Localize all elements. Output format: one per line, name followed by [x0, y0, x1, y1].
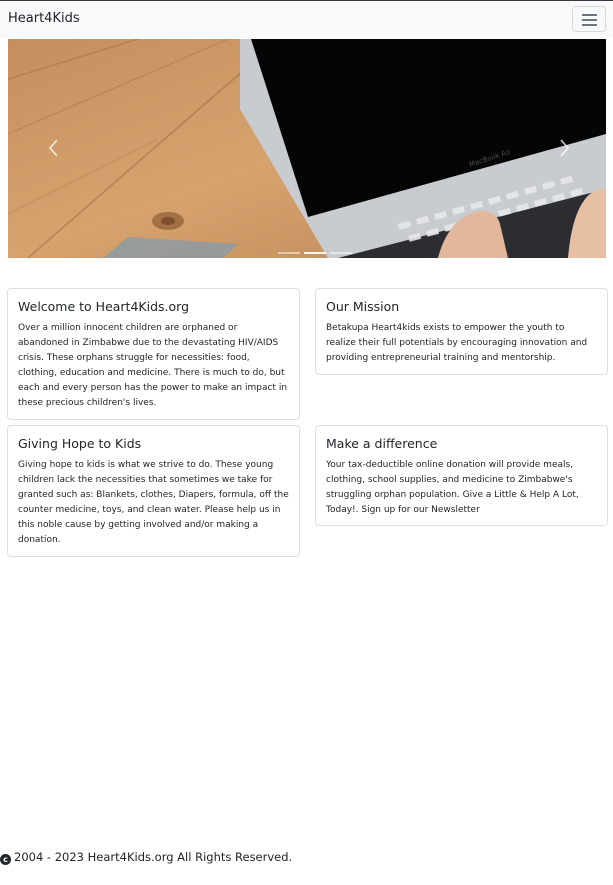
card-giving-hope: Giving Hope to Kids Giving hope to kids … [7, 425, 300, 557]
navbar: Heart4Kids [0, 1, 613, 38]
hero-image: MacBook Air [8, 39, 606, 258]
navbar-brand[interactable]: Heart4Kids [8, 11, 80, 26]
footer-text: 2004 - 2023 Heart4Kids.org All Rights Re… [14, 850, 293, 864]
navbar-toggle-button[interactable] [572, 6, 606, 32]
card-text: Betakupa Heart4kids exists to empower th… [326, 323, 588, 363]
carousel-indicator-1[interactable] [278, 252, 300, 254]
card-title: Giving Hope to Kids [18, 436, 142, 451]
chevron-left-icon [48, 139, 58, 157]
card-text: Over a million innocent children are orp… [18, 323, 288, 408]
chevron-right-icon [560, 139, 570, 157]
carousel-indicators [276, 239, 354, 254]
carousel-indicator-2[interactable] [304, 252, 326, 254]
card-make-difference: Make a difference Your tax-deductible on… [315, 425, 608, 526]
card-mission: Our Mission Betakupa Heart4kids exists t… [315, 288, 608, 375]
footer: c 2004 - 2023 Heart4Kids.org All Rights R… [0, 850, 292, 865]
card-title: Welcome to Heart4Kids.org [18, 299, 190, 314]
card-welcome: Welcome to Heart4Kids.org Over a million… [7, 288, 300, 420]
copyright-icon: c [0, 854, 11, 865]
card-title: Make a difference [326, 436, 438, 451]
carousel-next-button[interactable] [552, 134, 576, 162]
card-text: Giving hope to kids is what we strive to… [18, 460, 289, 545]
carousel-prev-button[interactable] [42, 134, 66, 162]
card-title: Our Mission [326, 299, 400, 314]
carousel-indicator-3[interactable] [330, 252, 352, 254]
card-text: Your tax-deductible online donation will… [326, 460, 579, 515]
hero-carousel: MacBook Air [8, 39, 606, 258]
